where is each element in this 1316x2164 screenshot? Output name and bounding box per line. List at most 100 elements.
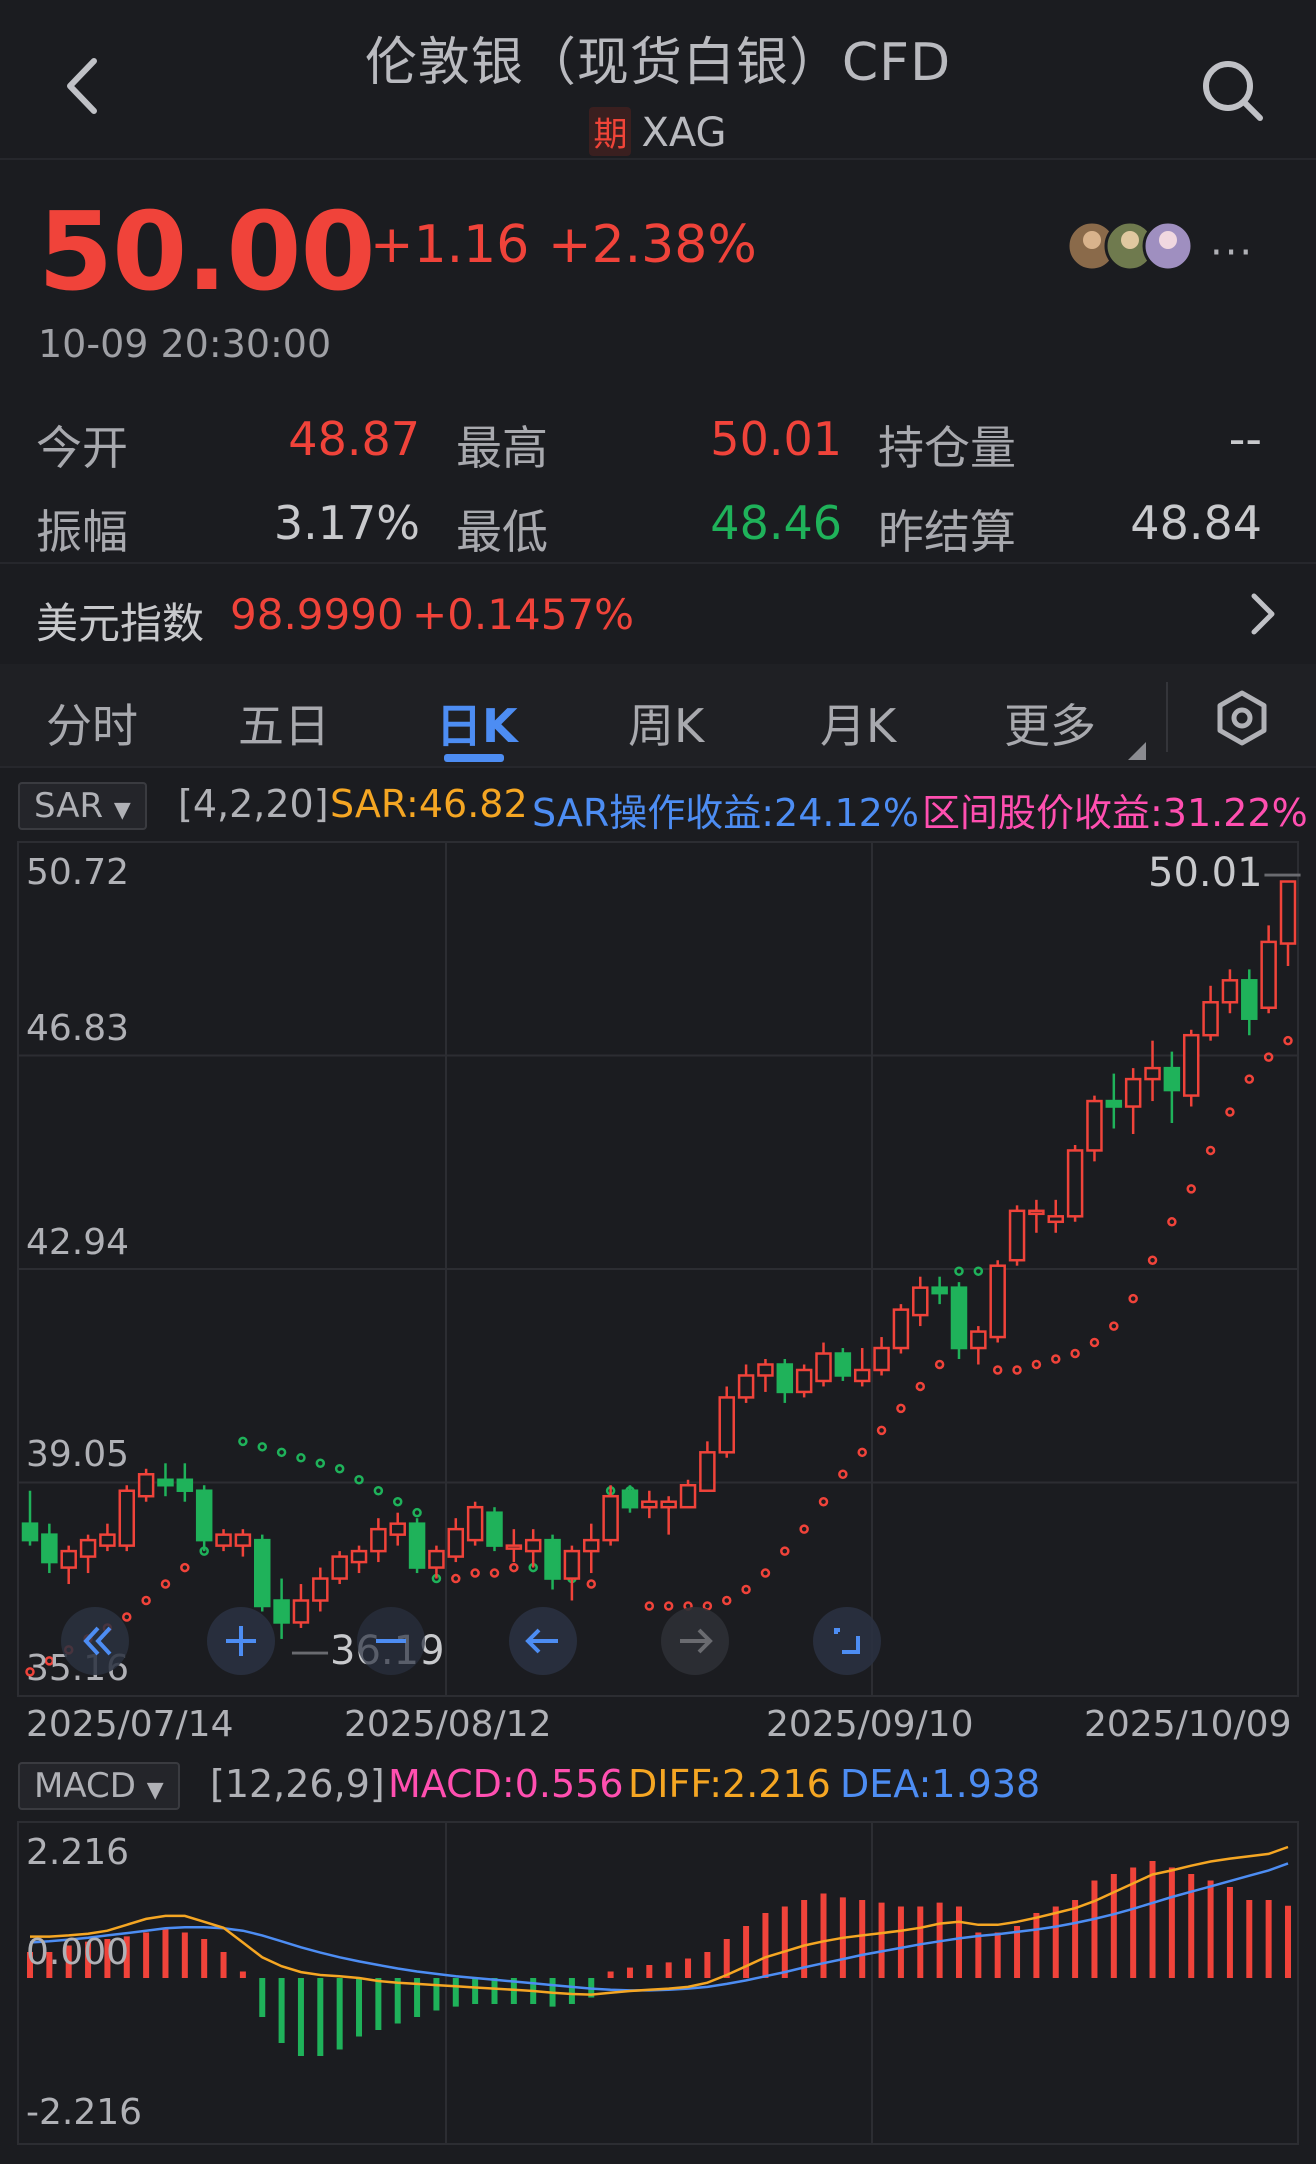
candle-body: [641, 1500, 658, 1509]
candle-body: [1182, 1033, 1200, 1097]
sar-dot: [992, 1365, 1003, 1375]
zoom-out-icon[interactable]: [356, 1606, 426, 1676]
macd-value: MACD:0.556: [388, 1762, 624, 1806]
sar-dot: [799, 1524, 809, 1534]
candle-body: [524, 1538, 542, 1553]
sar-dot: [1109, 1321, 1119, 1331]
sar-dot: [760, 1568, 771, 1578]
candle-body: [370, 1527, 387, 1553]
sar-dot: [1167, 1217, 1177, 1227]
macd-button-label: MACD: [34, 1766, 136, 1806]
usd-index-value: 98.9990: [230, 590, 404, 639]
search-icon[interactable]: [1196, 54, 1268, 126]
open-value: 48.87: [288, 412, 420, 466]
sar-dot: [451, 1573, 461, 1584]
sar-dot: [838, 1469, 848, 1480]
fullscreen-icon[interactable]: [812, 1606, 882, 1676]
candle-body: [215, 1533, 232, 1547]
sar-dot: [1051, 1354, 1061, 1364]
candle-body: [486, 1511, 503, 1547]
diff-line: [30, 1845, 1289, 1996]
macd-axis-bottom: -2.216: [26, 2092, 143, 2133]
candle-body: [602, 1494, 619, 1542]
candle-body: [1163, 1066, 1181, 1092]
sar-dot: [1283, 1035, 1293, 1046]
caret-down-icon: ▼: [146, 1778, 164, 1803]
rewind-icon[interactable]: [60, 1606, 130, 1676]
sar-dot: [296, 1453, 306, 1463]
candle-body: [621, 1489, 639, 1509]
candle-body: [544, 1538, 561, 1580]
high-label: 最高: [456, 421, 548, 475]
sar-dot: [315, 1458, 326, 1469]
high-marker-value: 50.01: [1148, 850, 1263, 896]
more-icon[interactable]: ···: [1210, 230, 1254, 276]
candle-body: [892, 1308, 910, 1350]
sar-dot: [780, 1546, 790, 1556]
tab-weekly-k[interactable]: 周K: [628, 690, 704, 756]
futures-badge: 期: [589, 107, 632, 156]
sar-dot: [741, 1584, 751, 1595]
arrow-left-icon[interactable]: [508, 1606, 578, 1676]
usd-index-change: +0.1457%: [412, 590, 635, 639]
tab-five-day[interactable]: 五日: [238, 690, 330, 756]
open-label: 今开: [36, 421, 128, 475]
sar-dot: [276, 1447, 287, 1458]
candle-body: [1105, 1099, 1123, 1108]
candle-body: [79, 1538, 97, 1558]
candle-body: [873, 1346, 890, 1372]
candle-body: [1144, 1066, 1161, 1081]
sar-dot: [915, 1381, 926, 1392]
candle-body: [660, 1500, 677, 1509]
open-interest-label: 持仓量: [878, 421, 1016, 475]
candle-body: [331, 1555, 348, 1580]
dropdown-corner-icon: [1128, 742, 1146, 760]
sar-dot: [934, 1359, 945, 1370]
sar-dot: [1244, 1074, 1255, 1084]
candle-body: [505, 1544, 523, 1550]
user-avatars[interactable]: [1066, 218, 1196, 274]
arrow-right-icon[interactable]: [660, 1606, 730, 1676]
sar-dot: [238, 1436, 248, 1447]
low-label: 最低: [456, 505, 548, 559]
diff-value: DIFF:2.216: [628, 1762, 831, 1806]
candle-body: [1260, 940, 1277, 1010]
sar-dot: [1263, 1052, 1274, 1062]
candle-body: [815, 1352, 832, 1383]
candle-body: [195, 1489, 213, 1542]
settings-icon[interactable]: [1214, 690, 1270, 746]
symbol-code: XAG: [641, 110, 727, 156]
candle-body: [176, 1478, 194, 1492]
candle-body: [389, 1522, 406, 1536]
amplitude-label: 振幅: [36, 505, 128, 559]
candle-body: [583, 1538, 600, 1553]
zoom-in-icon[interactable]: [206, 1606, 276, 1676]
price-change: +1.16: [370, 215, 530, 275]
dea-value: DEA:1.938: [840, 1762, 1041, 1806]
sar-indicator-button[interactable]: SAR ▼: [18, 782, 147, 830]
candle-body: [60, 1549, 77, 1569]
candle-body: [737, 1374, 755, 1399]
sar-value: SAR:46.82: [330, 782, 528, 826]
tab-intraday[interactable]: 分时: [46, 690, 138, 756]
price-chart[interactable]: [0, 836, 1316, 1706]
tab-monthly-k[interactable]: 月K: [820, 690, 896, 756]
symbol-line: 期 XAG: [0, 107, 1316, 156]
caret-down-icon: ▼: [113, 798, 131, 823]
x-axis-date: 2025/10/09: [1084, 1704, 1292, 1745]
tab-more[interactable]: 更多: [1004, 690, 1096, 756]
sar-dot: [876, 1425, 887, 1436]
candle-body: [253, 1538, 271, 1608]
tab-daily-k[interactable]: 日K: [436, 690, 518, 756]
page-title: 伦敦银（现货白银）CFD: [364, 33, 952, 93]
macd-chart[interactable]: [0, 1818, 1316, 2148]
candle-body: [563, 1549, 581, 1580]
macd-indicator-button[interactable]: MACD ▼: [18, 1762, 180, 1810]
sar-dot: [489, 1568, 500, 1578]
chevron-right-icon[interactable]: [1248, 590, 1278, 638]
usd-index-label[interactable]: 美元指数: [36, 590, 204, 651]
range-return: 区间股价收益:31.22%: [922, 791, 1308, 835]
open-interest-value: --: [1228, 412, 1262, 466]
sar-dot: [334, 1464, 345, 1474]
sar-dot: [973, 1266, 984, 1276]
